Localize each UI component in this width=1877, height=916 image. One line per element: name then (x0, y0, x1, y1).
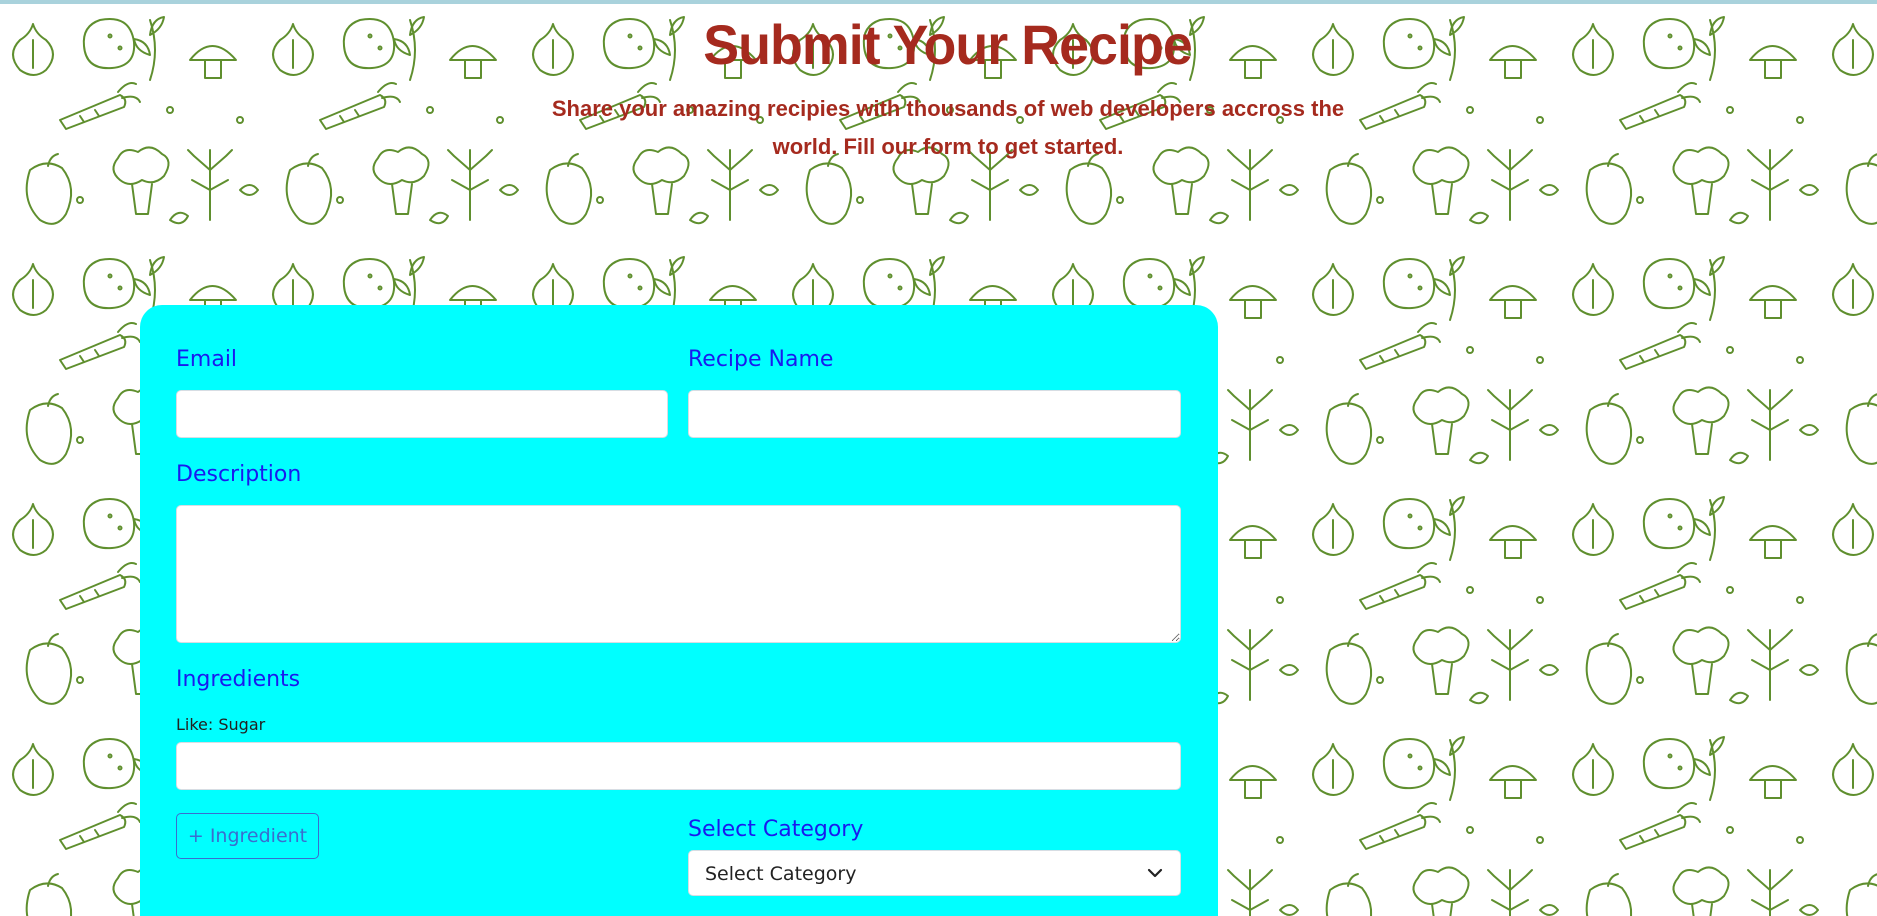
ingredients-label: Ingredients (176, 667, 301, 692)
page-title: Submit Your Recipe (703, 13, 1193, 76)
email-label: Email (176, 347, 238, 372)
chevron-down-icon (1147, 868, 1163, 878)
recipe-name-field[interactable] (688, 390, 1181, 438)
category-select-value: Select Category (705, 863, 857, 885)
recipe-form: Email Recipe Name Description Ingredient… (140, 305, 1218, 916)
category-select[interactable]: Select Category (688, 850, 1181, 896)
top-strip (0, 0, 1877, 4)
page-subtitle: Share your amazing recipies with thousan… (551, 96, 1345, 159)
description-textarea[interactable] (176, 505, 1181, 643)
ingredient-hint: Like: Sugar (176, 715, 266, 734)
recipe-name-label: Recipe Name (688, 347, 834, 372)
add-ingredient-button[interactable]: + Ingredient (176, 813, 319, 859)
description-label: Description (176, 462, 302, 487)
category-label: Select Category (688, 817, 864, 842)
ingredient-field[interactable] (176, 742, 1181, 790)
email-field[interactable] (176, 390, 668, 438)
